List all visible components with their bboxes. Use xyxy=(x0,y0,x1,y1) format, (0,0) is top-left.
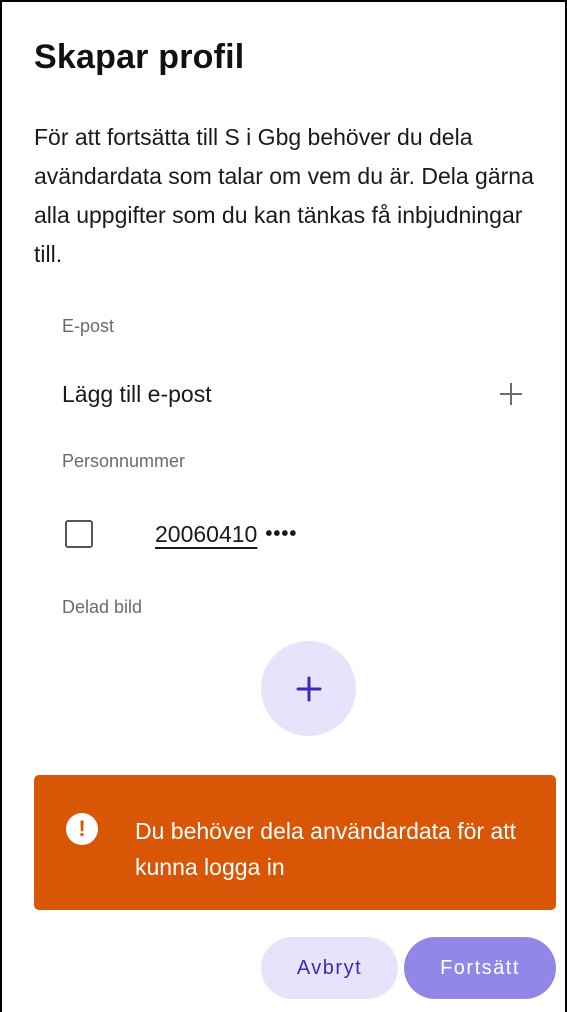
photo-section-label: Delad bild xyxy=(62,597,143,617)
personnummer-value[interactable]: 20060410 xyxy=(155,521,257,548)
plus-icon xyxy=(296,676,321,701)
intro-text: För att fortsätta till S i Gbg behöver d… xyxy=(34,124,534,267)
exclamation-icon: ! xyxy=(66,813,98,845)
page-title: Skapar profil xyxy=(34,38,245,76)
personnummer-checkbox[interactable] xyxy=(65,520,93,548)
add-email-label: Lägg till e-post xyxy=(62,380,212,407)
personnummer-row[interactable]: 20060410 •••• xyxy=(65,516,297,552)
email-section-label: E-post xyxy=(62,316,115,336)
continue-button[interactable]: Fortsätt xyxy=(404,937,556,999)
error-alert: ! Du behöver dela användardata för att k… xyxy=(34,775,556,910)
add-photo-button[interactable] xyxy=(261,641,356,736)
plus-icon[interactable] xyxy=(498,381,524,407)
personnummer-mask: •••• xyxy=(265,522,298,545)
personnummer-section-label: Personnummer xyxy=(62,451,186,471)
cancel-button[interactable]: Avbryt xyxy=(261,937,398,999)
alert-message: Du behöver dela användardata för att kun… xyxy=(135,818,517,880)
add-email-row[interactable]: Lägg till e-post xyxy=(62,376,524,412)
